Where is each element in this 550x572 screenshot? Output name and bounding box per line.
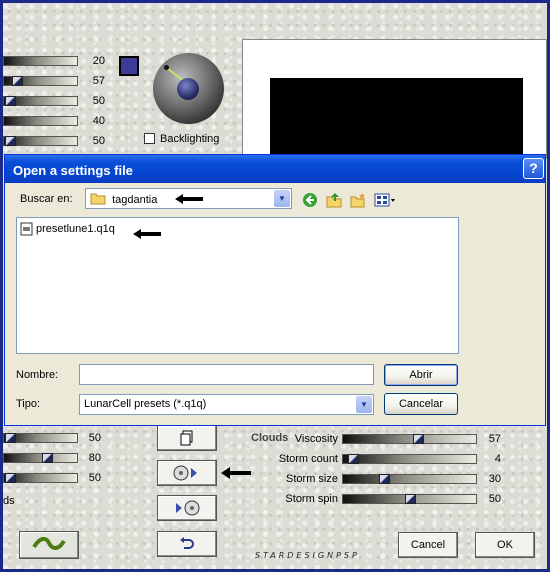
preview-pane xyxy=(242,39,547,168)
new-folder-button[interactable] xyxy=(350,192,366,208)
storm-size-slider[interactable] xyxy=(342,474,477,484)
look-in-label: Buscar en: xyxy=(20,193,73,205)
open-button[interactable]: Abrir xyxy=(384,364,458,386)
viscosity-value: 57 xyxy=(488,433,501,445)
top-slider-5-value: 50 xyxy=(92,135,105,147)
backlighting-checkbox[interactable] xyxy=(144,133,155,144)
file-name: presetlune1.q1q xyxy=(36,223,115,235)
slider-thumb[interactable] xyxy=(5,433,16,443)
top-slider-4[interactable] xyxy=(3,116,78,126)
name-label: Nombre: xyxy=(16,369,59,381)
top-slider-1[interactable] xyxy=(3,56,78,66)
bottom-slider-3-value: 50 xyxy=(88,472,101,484)
up-folder-button[interactable] xyxy=(326,192,342,208)
slider-thumb[interactable] xyxy=(413,434,424,444)
load-preset-button[interactable] xyxy=(157,495,217,521)
undo-button[interactable] xyxy=(157,531,217,557)
disc-load-icon xyxy=(176,500,200,516)
dial-handle[interactable] xyxy=(164,65,169,70)
top-slider-4-value: 40 xyxy=(92,115,105,127)
folder-icon xyxy=(90,193,106,205)
arrow-marker-file xyxy=(133,229,161,242)
randomize-button[interactable] xyxy=(19,531,79,559)
top-slider-1-value: 20 xyxy=(92,55,105,67)
slider-thumb[interactable] xyxy=(5,473,16,483)
back-arrow-icon xyxy=(303,193,317,207)
main-ok-button[interactable]: OK xyxy=(475,532,535,558)
storm-count-slider[interactable] xyxy=(342,454,477,464)
viscosity-label: Viscosity xyxy=(294,433,338,445)
view-menu-icon xyxy=(374,193,395,207)
help-button[interactable]: ? xyxy=(523,158,544,179)
top-slider-3-value: 50 xyxy=(92,95,105,107)
storm-count-label: Storm count xyxy=(278,453,338,465)
disc-save-icon xyxy=(173,465,197,481)
open-settings-dialog: Open a settings file ? Buscar en: tagdan… xyxy=(4,154,546,426)
dialog-title: Open a settings file xyxy=(13,163,133,178)
view-menu-button[interactable] xyxy=(374,192,398,208)
top-slider-3[interactable] xyxy=(3,96,78,106)
pointer-arrow-icon xyxy=(133,229,161,239)
bottom-slider-2-value: 80 xyxy=(88,452,101,464)
storm-size-value: 30 xyxy=(488,473,501,485)
undo-icon xyxy=(180,537,194,549)
top-slider-2-value: 57 xyxy=(92,75,105,87)
tilde-icon xyxy=(32,537,66,550)
file-type-dropdown[interactable]: LunarCell presets (*.q1q) ▼ xyxy=(79,394,374,415)
bottom-slider-3[interactable] xyxy=(3,473,78,483)
type-label: Tipo: xyxy=(16,398,41,410)
slider-thumb[interactable] xyxy=(42,453,53,463)
slider-thumb[interactable] xyxy=(348,454,359,464)
dialog-cancel-button[interactable]: Cancelar xyxy=(384,393,458,415)
bottom-slider-2[interactable] xyxy=(3,453,78,463)
storm-spin-value: 50 xyxy=(488,493,501,505)
pointer-arrow-icon xyxy=(175,194,203,204)
dialog-titlebar[interactable]: Open a settings file ? xyxy=(5,155,545,183)
chevron-down-icon[interactable]: ▼ xyxy=(356,396,372,413)
slider-thumb[interactable] xyxy=(5,136,16,146)
storm-spin-label: Storm spin xyxy=(285,493,338,505)
list-item[interactable]: presetlune1.q1q xyxy=(20,222,115,236)
file-type-value: LunarCell presets (*.q1q) xyxy=(84,398,207,410)
file-list[interactable]: presetlune1.q1q xyxy=(16,217,459,354)
storm-spin-slider[interactable] xyxy=(342,494,477,504)
up-folder-icon xyxy=(326,193,342,208)
slider-thumb[interactable] xyxy=(5,96,16,106)
partial-label: ds xyxy=(3,495,15,507)
main-cancel-button[interactable]: Cancel xyxy=(398,532,458,558)
arrow-marker-folder xyxy=(175,194,203,207)
top-slider-2[interactable] xyxy=(3,76,78,86)
slider-thumb[interactable] xyxy=(12,76,23,86)
copy-icon xyxy=(180,430,193,446)
top-slider-5[interactable] xyxy=(3,136,78,146)
bottom-slider-1[interactable] xyxy=(3,433,78,443)
viscosity-slider[interactable] xyxy=(342,434,477,444)
slider-thumb[interactable] xyxy=(379,474,390,484)
bottom-slider-1-value: 50 xyxy=(88,432,101,444)
new-folder-icon xyxy=(350,193,365,208)
stardesign-wordmark: STARDESIGNPSP xyxy=(255,551,360,560)
backlighting-label: Backlighting xyxy=(160,133,220,145)
slider-thumb[interactable] xyxy=(405,494,416,504)
file-name-input[interactable] xyxy=(79,364,374,385)
storm-size-label: Storm size xyxy=(286,473,338,485)
save-preset-button[interactable] xyxy=(157,460,217,486)
copy-button[interactable] xyxy=(157,425,217,451)
look-in-value: tagdantia xyxy=(112,194,158,206)
chevron-down-icon[interactable]: ▼ xyxy=(274,190,290,207)
dial-center xyxy=(177,78,199,100)
file-icon xyxy=(20,222,33,236)
storm-count-value: 4 xyxy=(494,453,501,465)
color-swatch[interactable] xyxy=(119,56,139,76)
light-direction-dial[interactable] xyxy=(153,53,224,124)
back-button[interactable] xyxy=(302,192,318,208)
